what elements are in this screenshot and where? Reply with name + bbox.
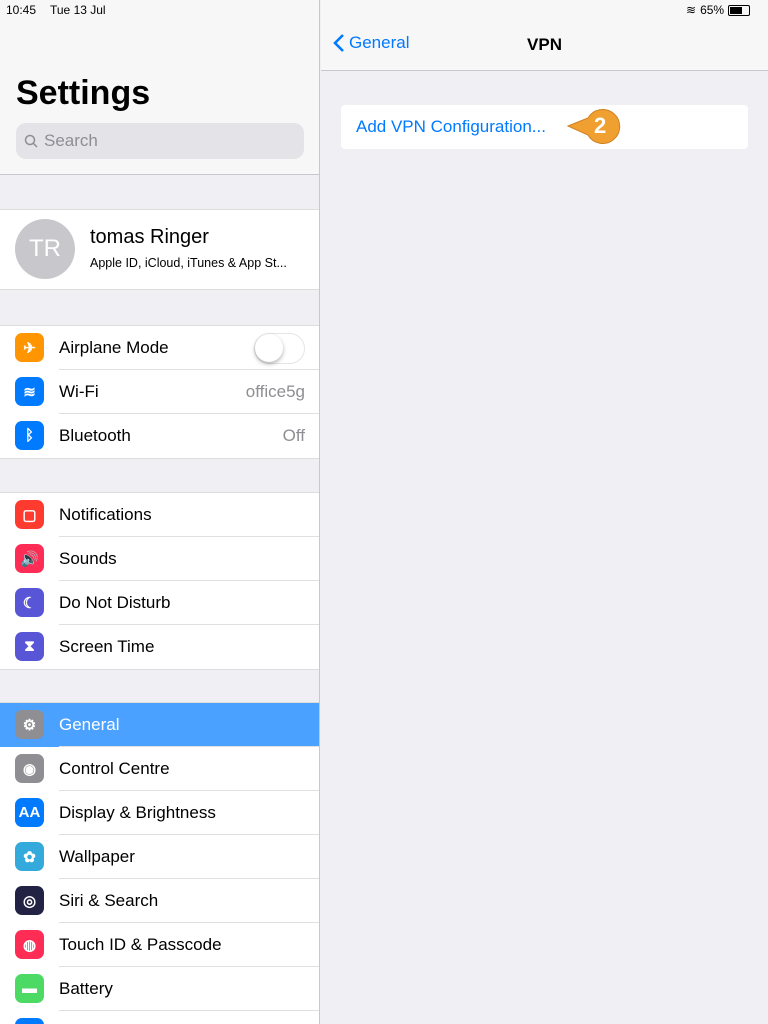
add-vpn-configuration-button[interactable]: Add VPN Configuration... (341, 105, 748, 149)
sidebar-item-notifications[interactable]: ▢ Notifications (0, 493, 319, 537)
status-right: ≋ 65% (686, 3, 751, 17)
chevron-left-icon (333, 34, 344, 52)
apple-id-profile[interactable]: TR tomas Ringer Apple ID, iCloud, iTunes… (0, 209, 319, 290)
sidebar-item-label: Touch ID & Passcode (59, 935, 222, 954)
battery-icon: ▬ (15, 974, 44, 1003)
sidebar-item-label: Bluetooth (59, 426, 131, 445)
sidebar-item-label: Airplane Mode (59, 338, 169, 357)
sidebar-item-touch-id-passcode[interactable]: ◍ Touch ID & Passcode (0, 923, 319, 967)
sidebar-item-bluetooth[interactable]: ᛒ Bluetooth Off (0, 414, 319, 458)
sidebar-item-control-centre[interactable]: ◉ Control Centre (0, 747, 319, 791)
sidebar-header: 10:45 Tue 13 Jul Settings Search (0, 0, 319, 175)
sidebar-item-general[interactable]: ⚙ General (0, 703, 319, 747)
settings-group-general: ⚙ General ◉ Control Centre AA Display & Brigh… (0, 702, 319, 1024)
bluetooth-icon: ᛒ (15, 421, 44, 450)
sidebar: 10:45 Tue 13 Jul Settings Search TR toma… (0, 0, 320, 1024)
sidebar-item-label: Wi-Fi (59, 382, 99, 401)
sidebar-item-label: Battery (59, 979, 113, 998)
wifi-icon: ≋ (15, 377, 44, 406)
page-title: Settings (16, 74, 151, 112)
control-centre-icon: ◉ (15, 754, 44, 783)
battery-percent: 65% (700, 3, 725, 17)
battery-status-icon (728, 4, 751, 16)
sidebar-item-label: Sounds (59, 549, 117, 568)
profile-name: tomas Ringer (90, 226, 209, 248)
sidebar-item-label: Wallpaper (59, 847, 135, 866)
sounds-icon: 🔊 (15, 544, 44, 573)
step-callout: 2 (566, 108, 626, 151)
gear-icon: ⚙ (15, 710, 44, 739)
notifications-icon: ▢ (15, 500, 44, 529)
sidebar-item-do-not-disturb[interactable]: ☾ Do Not Disturb (0, 581, 319, 625)
back-label: General (349, 33, 410, 52)
sidebar-item-airplane-mode[interactable]: ✈ Airplane Mode (0, 326, 319, 370)
settings-group-connectivity: ✈ Airplane Mode ≋ Wi-Fi office5g ᛒ Bluetooth Of… (0, 325, 319, 459)
sidebar-item-label: General (59, 715, 120, 734)
sidebar-item-display-brightness[interactable]: AA Display & Brightness (0, 791, 319, 835)
settings-group-notifications: ▢ Notifications 🔊 Sounds ☾ Do Not Disturb ⧗ Scr… (0, 492, 319, 670)
sidebar-item-value: office5g (245, 382, 305, 401)
fingerprint-icon: ◍ (15, 930, 44, 959)
sidebar-item-label: Control Centre (59, 759, 170, 778)
sidebar-item-wallpaper[interactable]: ✿ Wallpaper (0, 835, 319, 879)
sidebar-item-value: Off (282, 426, 305, 445)
sidebar-item-screen-time[interactable]: ⧗ Screen Time (0, 625, 319, 669)
privacy-icon (15, 1018, 44, 1024)
sidebar-item-label: Siri & Search (59, 891, 159, 910)
sidebar-item-label: Notifications (59, 505, 152, 524)
moon-icon: ☾ (15, 588, 44, 617)
sidebar-item-label: Display & Brightness (59, 803, 216, 822)
hourglass-icon: ⧗ (15, 632, 44, 661)
search-placeholder: Search (44, 131, 98, 150)
add-vpn-label: Add VPN Configuration... (356, 117, 546, 136)
sidebar-item-battery[interactable]: ▬ Battery (0, 967, 319, 1011)
sidebar-item-label: Do Not Disturb (59, 593, 171, 612)
siri-icon: ◎ (15, 886, 44, 915)
search-input[interactable]: Search (16, 123, 304, 159)
sidebar-item-label: Screen Time (59, 637, 155, 656)
nav-bar: ≋ 65% VPN General (321, 0, 768, 71)
profile-subtitle: Apple ID, iCloud, iTunes & App St... (90, 256, 287, 270)
status-time: 10:45 (6, 3, 37, 17)
search-icon (24, 134, 38, 148)
sidebar-item-more[interactable] (0, 1011, 319, 1024)
status-date: Tue 13 Jul (50, 3, 106, 17)
wifi-status-icon: ≋ (686, 3, 697, 17)
airplane-mode-toggle[interactable] (254, 332, 305, 364)
sidebar-item-siri-search[interactable]: ◎ Siri & Search (0, 879, 319, 923)
step-number: 2 (594, 113, 607, 138)
display-icon: AA (15, 798, 44, 827)
sidebar-item-wi-fi[interactable]: ≋ Wi-Fi office5g (0, 370, 319, 414)
sidebar-item-sounds[interactable]: 🔊 Sounds (0, 537, 319, 581)
avatar: TR (15, 219, 75, 279)
detail-pane: ≋ 65% VPN General Add VPN Configuration.… (321, 0, 768, 1024)
airplane-icon: ✈ (15, 333, 44, 362)
wallpaper-icon: ✿ (15, 842, 44, 871)
back-button[interactable]: General (333, 33, 409, 53)
